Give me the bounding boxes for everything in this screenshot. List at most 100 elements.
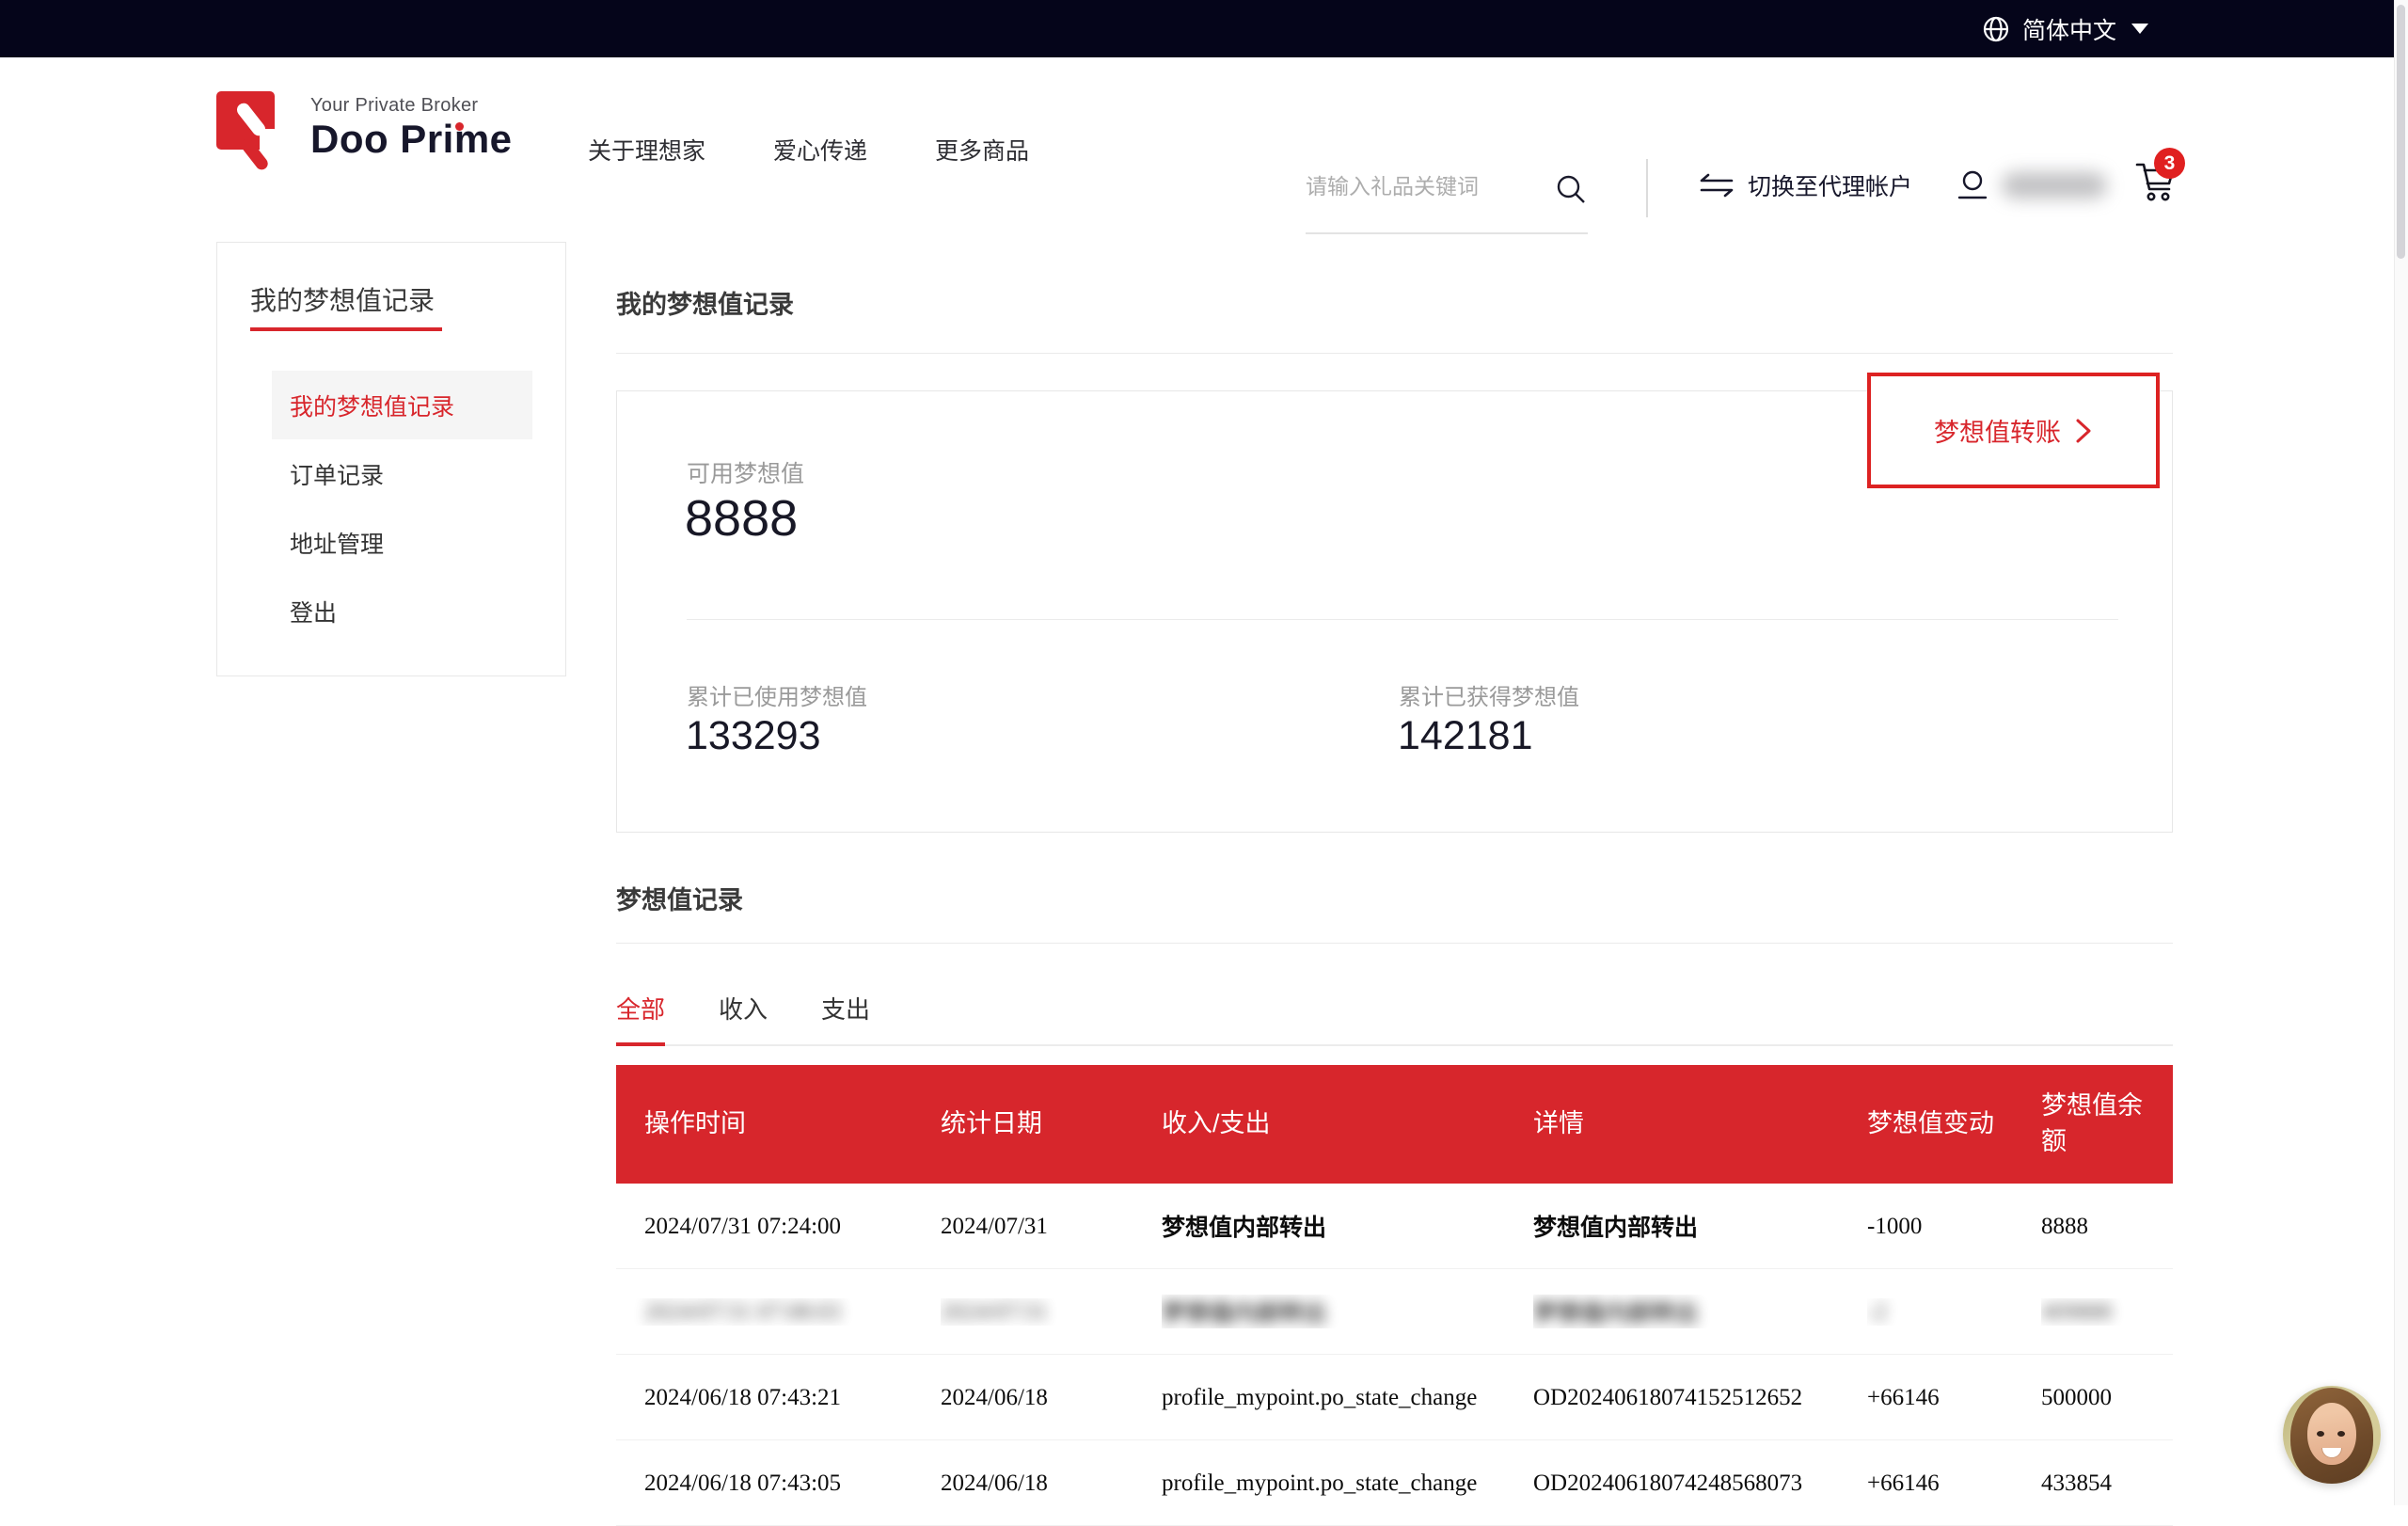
page: 简体中文 Your Private Broker Doo Prime 关于理想家… xyxy=(0,0,2408,1505)
cell-points-change: -2 xyxy=(1867,1299,1887,1325)
col-header-detail: 详情 xyxy=(1533,1106,1867,1142)
divider xyxy=(616,943,2173,944)
cell-stat-date: 2024/06/18 xyxy=(941,1385,1048,1410)
cell-detail: OD20240618074248568073 xyxy=(1533,1470,1802,1496)
used-points-value: 133293 xyxy=(686,713,821,759)
search-icon[interactable] xyxy=(1554,172,1588,206)
avatar-eye xyxy=(2317,1431,2324,1437)
cell-income-expense: 梦想值内部转出 xyxy=(1162,1215,1326,1241)
top-bar: 简体中文 xyxy=(0,0,2408,57)
sidebar-item-label: 登出 xyxy=(290,595,337,628)
transfer-points-button[interactable]: 梦想值转账 xyxy=(1867,373,2160,488)
sidebar-item-my-dream-points[interactable]: 我的梦想值记录 xyxy=(217,371,565,439)
chevron-down-icon xyxy=(2131,24,2148,34)
available-points-value: 8888 xyxy=(685,489,798,548)
cell-detail: OD20240618074152512652 xyxy=(1533,1385,1802,1410)
username-blurred xyxy=(2002,172,2107,199)
col-header-points-balance: 梦想值余额 xyxy=(2041,1089,2173,1160)
switch-account-label: 切换至代理帐户 xyxy=(1748,168,1912,202)
account-button[interactable] xyxy=(1956,168,2107,202)
cell-points-balance: 8888 xyxy=(2041,1214,2088,1239)
cart-badge: 3 xyxy=(2154,148,2185,179)
cell-operation-time: 2024/07/31 07:24:00 xyxy=(644,1214,841,1239)
table-row: 2024/07/31 07:08:03 2024/07/31 梦想值内部转出 梦… xyxy=(616,1269,2173,1355)
records-section-title: 梦想值记录 xyxy=(616,880,743,916)
divider xyxy=(616,353,2173,354)
cell-income-expense: profile_mypoint.po_state_change xyxy=(1162,1470,1477,1496)
cell-detail: 梦想值内部转出 xyxy=(1533,1215,1698,1241)
table-body: 2024/07/31 07:24:00 2024/07/31 梦想值内部转出 梦… xyxy=(616,1184,2173,1526)
sidebar-item-label: 订单记录 xyxy=(290,457,384,491)
sidebar-item-addresses[interactable]: 地址管理 xyxy=(217,508,565,577)
col-header-income-expense: 收入/支出 xyxy=(1162,1106,1533,1142)
table-row: 2024/06/18 07:43:05 2024/06/18 profile_m… xyxy=(616,1440,2173,1526)
tab-income[interactable]: 收入 xyxy=(719,985,768,1044)
swap-arrows-icon xyxy=(1699,171,1735,199)
transfer-points-label: 梦想值转账 xyxy=(1934,412,2061,449)
table-header-row: 操作时间 统计日期 收入/支出 详情 梦想值变动 梦想值余额 xyxy=(616,1065,2173,1184)
brand-logo[interactable]: Your Private Broker Doo Prime xyxy=(216,91,513,170)
main-nav: 关于理想家 爱心传递 更多商品 xyxy=(588,57,1029,242)
scrollbar-track[interactable] xyxy=(2394,0,2408,1505)
col-header-points-change: 梦想值变动 xyxy=(1867,1106,2041,1142)
chat-widget-avatar[interactable] xyxy=(2283,1386,2381,1484)
cell-operation-time: 2024/06/18 07:43:21 xyxy=(644,1385,841,1410)
nav-item-about[interactable]: 关于理想家 xyxy=(588,133,705,167)
cart-button[interactable]: 3 xyxy=(2131,157,2199,214)
scrollbar-thumb[interactable] xyxy=(2397,5,2405,259)
nav-item-more-products[interactable]: 更多商品 xyxy=(935,133,1029,167)
avatar-eye xyxy=(2337,1431,2345,1437)
globe-icon xyxy=(1981,14,2011,44)
cell-points-change: +66146 xyxy=(1867,1470,1940,1496)
used-points-label: 累计已使用梦想值 xyxy=(687,678,867,711)
cell-points-change: -1000 xyxy=(1867,1214,1922,1239)
cell-points-balance: 409888 xyxy=(2041,1299,2112,1325)
language-selector[interactable]: 简体中文 xyxy=(1981,0,2148,57)
search-input[interactable] xyxy=(1306,159,1543,214)
cell-operation-time: 2024/07/31 07:08:03 xyxy=(644,1299,841,1325)
search-box xyxy=(1306,159,1588,234)
sidebar-item-logout[interactable]: 登出 xyxy=(217,577,565,645)
table-row: 2024/06/18 07:43:21 2024/06/18 profile_m… xyxy=(616,1355,2173,1440)
cell-points-balance: 500000 xyxy=(2041,1385,2112,1410)
tab-expense[interactable]: 支出 xyxy=(821,985,870,1044)
sidebar-item-orders[interactable]: 订单记录 xyxy=(217,439,565,508)
sidebar-item-label: 地址管理 xyxy=(290,526,384,560)
switch-account-button[interactable]: 切换至代理帐户 xyxy=(1699,168,1912,202)
cell-detail: 梦想值内部转出 xyxy=(1533,1300,1698,1327)
sidebar-item-label: 我的梦想值记录 xyxy=(290,389,454,422)
cell-operation-time: 2024/06/18 07:43:05 xyxy=(644,1470,841,1496)
cell-points-balance: 433854 xyxy=(2041,1470,2112,1496)
site-header: Your Private Broker Doo Prime 关于理想家 爱心传递… xyxy=(0,57,2408,242)
points-summary-card: 可用梦想值 8888 梦想值转账 累计已使用梦想值 133293 累计已获得梦想… xyxy=(616,390,2173,833)
records-table: 操作时间 统计日期 收入/支出 详情 梦想值变动 梦想值余额 2024/07/3… xyxy=(616,1065,2173,1526)
sidebar-title: 我的梦想值记录 xyxy=(250,280,435,318)
tab-all[interactable]: 全部 xyxy=(616,985,665,1044)
logo-tagline: Your Private Broker xyxy=(310,95,513,117)
logo-i-dot xyxy=(455,122,464,131)
chevron-right-icon xyxy=(2074,417,2093,445)
cell-stat-date: 2024/07/31 xyxy=(941,1214,1048,1239)
records-tabs: 全部 收入 支出 xyxy=(616,985,2173,1046)
sidebar-title-underline xyxy=(250,327,442,331)
earned-points-label: 累计已获得梦想值 xyxy=(1399,678,1579,711)
cell-points-change: +66146 xyxy=(1867,1385,1940,1410)
sidebar-menu: 我的梦想值记录 订单记录 地址管理 登出 xyxy=(217,371,565,645)
header-divider xyxy=(1646,159,1648,217)
table-row: 2024/07/31 07:24:00 2024/07/31 梦想值内部转出 梦… xyxy=(616,1184,2173,1269)
page-title: 我的梦想值记录 xyxy=(616,284,794,321)
cell-income-expense: profile_mypoint.po_state_change xyxy=(1162,1385,1477,1410)
cell-income-expense: 梦想值内部转出 xyxy=(1162,1300,1326,1327)
user-icon xyxy=(1956,168,1988,202)
earned-points-value: 142181 xyxy=(1398,713,1533,759)
sidebar: 我的梦想值记录 我的梦想值记录 订单记录 地址管理 登出 xyxy=(216,242,566,676)
doo-prime-logo-icon xyxy=(216,91,292,170)
cell-stat-date: 2024/07/31 xyxy=(941,1299,1048,1325)
logo-brand: Doo Prime xyxy=(310,117,513,162)
col-header-operation-time: 操作时间 xyxy=(616,1106,941,1142)
cell-stat-date: 2024/06/18 xyxy=(941,1470,1048,1496)
language-label: 简体中文 xyxy=(2022,12,2116,46)
nav-item-charity[interactable]: 爱心传递 xyxy=(773,133,867,167)
available-points-label: 可用梦想值 xyxy=(687,455,804,489)
card-divider xyxy=(687,619,2118,620)
